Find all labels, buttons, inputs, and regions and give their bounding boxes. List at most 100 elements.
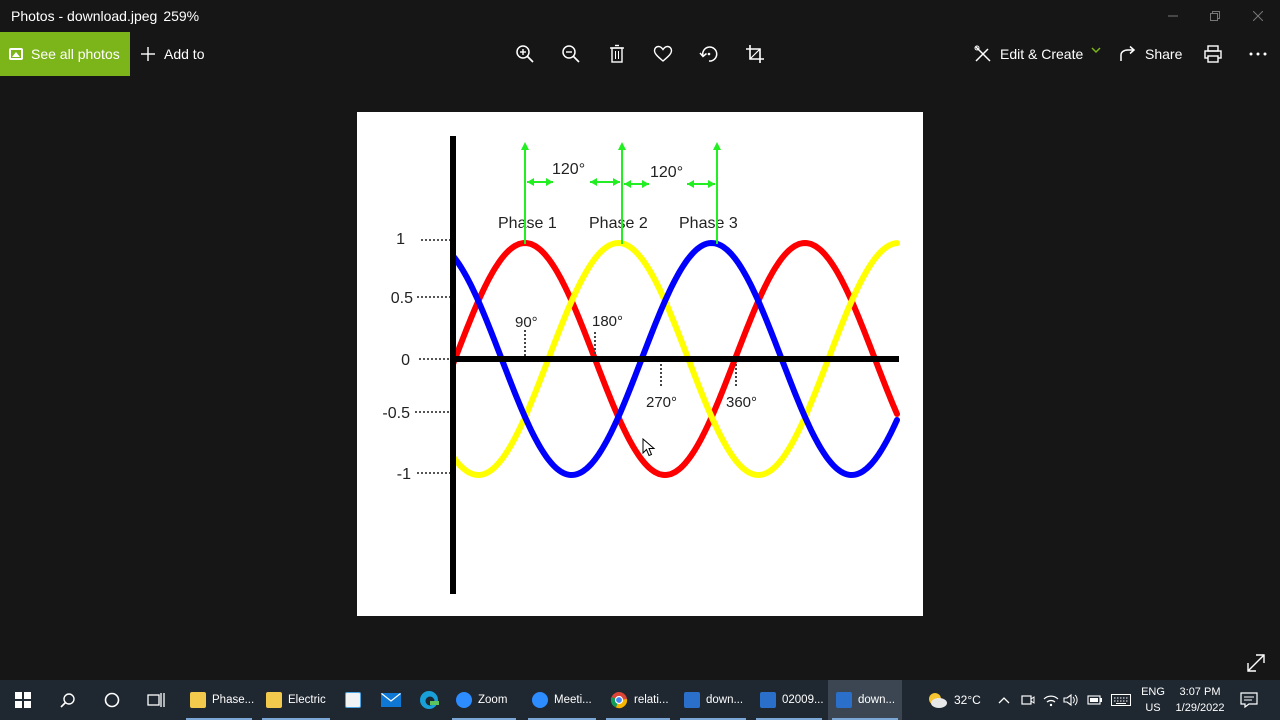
arrowhead [713, 142, 721, 150]
taskbar-app-label: relati... [634, 694, 669, 706]
angle-label: 360° [726, 394, 757, 411]
share-label: Share [1145, 46, 1183, 62]
windows-logo-icon [15, 692, 31, 708]
battery-button[interactable] [1087, 680, 1103, 720]
taskbar-app-photos-2[interactable]: 02009... [752, 680, 826, 720]
taskbar-mail[interactable] [376, 680, 406, 720]
action-center-button[interactable] [1240, 680, 1258, 720]
input-language[interactable]: ENG US [1138, 684, 1168, 716]
taskbar-app-label: down... [706, 694, 744, 706]
edit-create-label: Edit & Create [1000, 46, 1084, 62]
spacing-label: 120° [552, 161, 585, 178]
touch-keyboard-button[interactable] [1111, 680, 1131, 720]
restore-icon [1210, 11, 1220, 21]
taskbar-app-photos-1[interactable]: down... [676, 680, 750, 720]
taskbar-app-meeting[interactable]: Meeti... [524, 680, 600, 720]
y-tick-label: 1 [396, 231, 405, 248]
windows-taskbar: Phase... Electric Zoom Meeti... relati..… [0, 680, 1280, 720]
arrowhead [708, 180, 715, 188]
edit-create-icon [974, 45, 991, 62]
photos-icon [760, 692, 776, 708]
search-button[interactable] [48, 680, 88, 720]
crop-icon [746, 45, 764, 63]
more-icon [1249, 52, 1267, 56]
phase-2-label: Phase 2 [589, 215, 648, 232]
add-to-button[interactable]: Add to [140, 32, 204, 76]
start-button[interactable] [4, 680, 42, 720]
chevron-up-icon [998, 697, 1010, 704]
edge-icon [420, 691, 439, 709]
taskbar-app-chrome[interactable]: relati... [602, 680, 674, 720]
zoom-out-icon [562, 45, 580, 63]
rotate-icon [699, 46, 718, 62]
meet-now-button[interactable] [1021, 680, 1035, 720]
task-view-button[interactable] [136, 680, 176, 720]
taskbar-app-photos-active[interactable]: down... [828, 680, 902, 720]
keyboard-icon [1111, 694, 1131, 706]
taskbar-edge[interactable] [414, 680, 444, 720]
zoom-meeting-icon [532, 692, 548, 708]
close-button[interactable] [1245, 4, 1271, 28]
zoom-out-button[interactable] [557, 40, 585, 68]
arrowhead [687, 180, 694, 188]
cortana-button[interactable] [92, 680, 132, 720]
phase-1-label: Phase 1 [498, 215, 557, 232]
favorite-button[interactable] [649, 40, 677, 68]
share-icon [1120, 45, 1136, 61]
heart-icon [653, 45, 673, 62]
y-tick-label: 0.5 [391, 290, 413, 307]
taskbar-app-phase[interactable]: Phase... [182, 680, 256, 720]
rotate-button[interactable] [695, 40, 723, 68]
add-to-label: Add to [164, 46, 205, 62]
edit-create-button[interactable]: Edit & Create [974, 32, 1109, 76]
region-code: US [1145, 702, 1161, 714]
taskbar-app-label: Meeti... [554, 694, 592, 706]
show-hidden-icons-button[interactable] [998, 680, 1012, 720]
taskbar-app-zoom[interactable]: Zoom [448, 680, 520, 720]
maximize-button[interactable] [1202, 4, 1228, 28]
zoom-in-icon [516, 45, 534, 63]
camera-icon [1021, 695, 1035, 705]
crop-button[interactable] [741, 40, 769, 68]
more-options-button[interactable] [1244, 40, 1272, 68]
weather-widget[interactable]: 32°C [926, 680, 981, 720]
see-all-photos-label: See all photos [31, 46, 120, 62]
arrowhead [546, 178, 553, 186]
see-all-photos-button[interactable]: See all photos [0, 32, 130, 76]
taskbar-app-label: 02009... [782, 694, 824, 706]
delete-button[interactable] [603, 40, 631, 68]
fullscreen-button[interactable] [1245, 652, 1267, 674]
cortana-icon [104, 692, 120, 708]
share-button[interactable]: Share [1119, 32, 1182, 76]
store-icon [345, 692, 361, 708]
chrome-icon [610, 692, 628, 709]
spacing-label: 120° [650, 164, 683, 181]
task-view-icon [147, 693, 165, 707]
taskbar-app-label: Phase... [212, 694, 255, 706]
volume-button[interactable] [1063, 680, 1079, 720]
photo-icon [9, 48, 23, 60]
minimize-icon [1168, 15, 1178, 17]
phase-3-label: Phase 3 [679, 215, 738, 232]
system-clock[interactable]: 3:07 PM 1/29/2022 [1170, 684, 1230, 716]
angle-label: 90° [515, 314, 538, 331]
zoom-in-button[interactable] [511, 40, 539, 68]
displayed-photo: 1 0.5 0 -0.5 -1 90° 180° 270° 360° Phase… [357, 112, 923, 616]
minimize-button[interactable] [1160, 4, 1186, 28]
taskbar-store[interactable] [338, 680, 368, 720]
photos-icon [836, 692, 852, 708]
arrowhead [618, 142, 626, 150]
arrowhead [521, 142, 529, 150]
taskbar-app-electric[interactable]: Electric [258, 680, 334, 720]
trash-icon [610, 44, 624, 63]
weather-temp: 32°C [954, 693, 981, 707]
print-button[interactable] [1199, 40, 1227, 68]
plus-icon [141, 47, 155, 61]
network-button[interactable] [1043, 680, 1059, 720]
window-title: Photos - download.jpeg 259% [11, 8, 199, 24]
title-bar: Photos - download.jpeg 259% [0, 0, 1280, 32]
window-title-text: Photos - download.jpeg [11, 8, 158, 24]
clock-date: 1/29/2022 [1175, 702, 1225, 714]
clock-time: 3:07 PM [1179, 686, 1221, 698]
wifi-icon [1043, 695, 1059, 707]
